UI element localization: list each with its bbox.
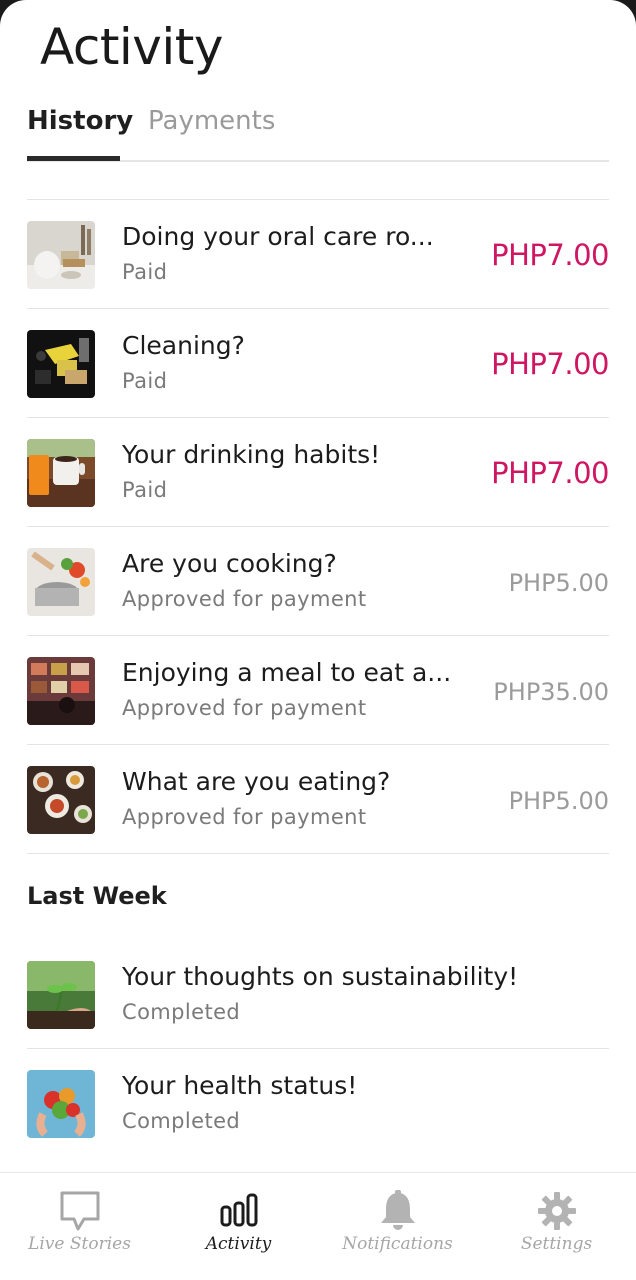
- row-title: Your health status!: [122, 1071, 358, 1100]
- cooking-photo: [27, 548, 95, 616]
- oral-care-photo: [27, 221, 95, 289]
- row-status: Paid: [122, 478, 168, 502]
- row-title: What are you eating?: [122, 767, 391, 796]
- nav-live-stories[interactable]: Live Stories: [0, 1173, 159, 1280]
- history-row[interactable]: Doing your oral care ro... Paid PHP7.00: [27, 200, 609, 309]
- row-status: Approved for payment: [122, 805, 367, 829]
- bell-icon: [376, 1189, 420, 1233]
- tab-bar: History Payments: [27, 100, 609, 162]
- section-heading-last-week: Last Week: [27, 882, 167, 910]
- speech-bubble-icon: [58, 1189, 102, 1233]
- row-amount: PHP35.00: [493, 678, 609, 706]
- last-week-row[interactable]: Your health status! Completed: [27, 1049, 609, 1158]
- row-title: Are you cooking?: [122, 549, 337, 578]
- bottom-navigation: Live Stories Activity Notifications Sett…: [0, 1172, 636, 1280]
- row-amount: PHP5.00: [508, 569, 609, 597]
- row-title: Doing your oral care ro...: [122, 222, 434, 251]
- row-status: Completed: [122, 1109, 241, 1133]
- active-tab-indicator: [27, 156, 120, 161]
- row-amount: PHP7.00: [491, 347, 609, 381]
- history-row[interactable]: Are you cooking? Approved for payment PH…: [27, 527, 609, 636]
- nav-activity[interactable]: Activity: [159, 1173, 318, 1280]
- nav-label: Settings: [520, 1234, 593, 1254]
- drinks-photo: [27, 439, 95, 507]
- nav-label: Notifications: [342, 1234, 453, 1254]
- row-status: Paid: [122, 260, 168, 284]
- sprout-photo: [27, 961, 95, 1029]
- row-amount: PHP5.00: [508, 787, 609, 815]
- page-title: Activity: [40, 18, 224, 76]
- nav-notifications[interactable]: Notifications: [318, 1173, 477, 1280]
- nav-settings[interactable]: Settings: [477, 1173, 636, 1280]
- fruits-photo: [27, 1070, 95, 1138]
- activity-screen: Activity History Payments Doing your ora…: [0, 0, 636, 1280]
- row-title: Your drinking habits!: [122, 440, 381, 469]
- row-status: Completed: [122, 1000, 241, 1024]
- history-row[interactable]: Your drinking habits! Paid PHP7.00: [27, 418, 609, 527]
- row-status: Approved for payment: [122, 587, 367, 611]
- row-amount: PHP7.00: [491, 238, 609, 272]
- cleaning-photo: [27, 330, 95, 398]
- list-divider: [27, 853, 609, 854]
- nav-label: Live Stories: [28, 1234, 131, 1254]
- gear-icon: [535, 1189, 579, 1233]
- row-amount: PHP7.00: [491, 456, 609, 490]
- last-week-row[interactable]: Your thoughts on sustainability! Complet…: [27, 940, 609, 1049]
- row-status: Approved for payment: [122, 696, 367, 720]
- history-row[interactable]: What are you eating? Approved for paymen…: [27, 745, 609, 854]
- history-row[interactable]: Enjoying a meal to eat a... Approved for…: [27, 636, 609, 745]
- tab-history[interactable]: History: [27, 106, 133, 136]
- restaurant-meal-photo: [27, 657, 95, 725]
- row-status: Paid: [122, 369, 168, 393]
- row-title: Cleaning?: [122, 331, 245, 360]
- history-row[interactable]: Cleaning? Paid PHP7.00: [27, 309, 609, 418]
- nav-label: Activity: [205, 1234, 272, 1254]
- bar-chart-icon: [217, 1189, 261, 1233]
- row-title: Enjoying a meal to eat a...: [122, 658, 452, 687]
- food-table-photo: [27, 766, 95, 834]
- row-title: Your thoughts on sustainability!: [122, 962, 519, 991]
- tab-payments[interactable]: Payments: [148, 106, 275, 136]
